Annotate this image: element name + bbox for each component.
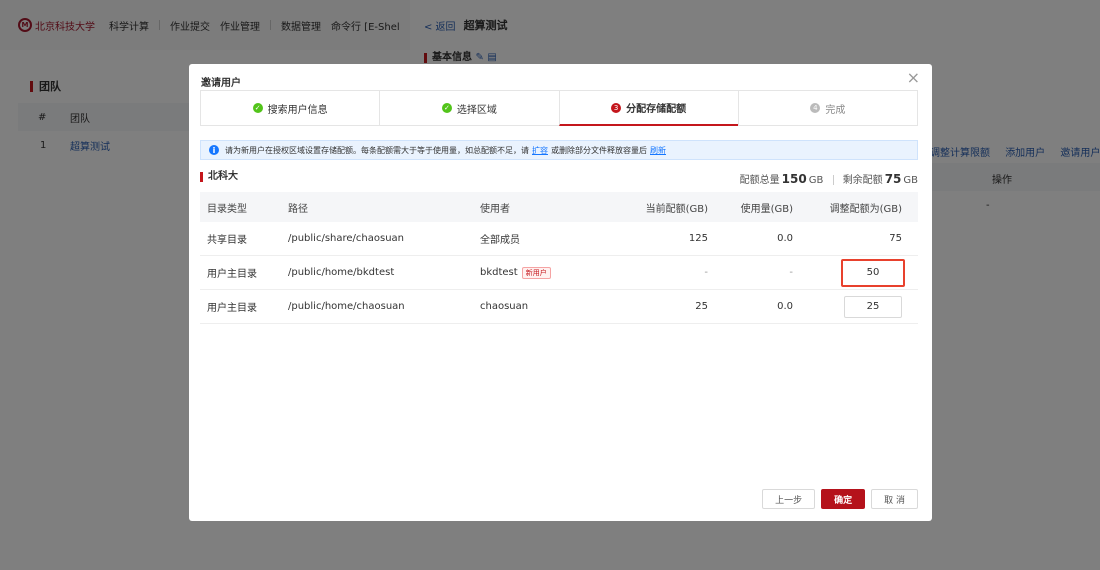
quota-remaining-value: 75 xyxy=(884,172,902,186)
table-row: 用户主目录 /public/home/chaosuan chaosuan 25 … xyxy=(200,290,918,324)
col-dir-type: 目录类型 xyxy=(207,203,247,215)
cell-path: /public/home/bkdtest xyxy=(288,267,395,278)
cell-usage: 0.0 xyxy=(777,301,793,312)
cell-adjust-quota: 75 xyxy=(889,233,902,244)
check-icon: ✓ xyxy=(441,103,452,113)
cell-user: 全部成员 xyxy=(480,235,520,246)
modal-title: 邀请用户 xyxy=(201,78,241,89)
cell-path: /public/share/chaosuan xyxy=(288,233,405,244)
step-label: 完成 xyxy=(825,104,846,116)
cell-user: bkdtest xyxy=(480,266,518,278)
info-alert: i 请为新用户在授权区域设置存储配额。每条配额需大于等于使用量，如总配额不足，请… xyxy=(200,140,918,160)
table-row: 共享目录 /public/share/chaosuan 全部成员 125 0.0… xyxy=(200,222,918,256)
quota-summary: 配额总量 150 GB 剩余配额 75 GB xyxy=(740,171,918,186)
modal-footer: 上一步 确定 取 消 xyxy=(762,489,918,509)
cancel-button[interactable]: 取 消 xyxy=(871,489,918,509)
quota-remaining-label: 剩余配额 xyxy=(842,175,883,186)
step-label: 分配存储配额 xyxy=(626,104,687,115)
col-current-quota: 当前配额(GB) xyxy=(645,203,708,215)
cell-path: /public/home/chaosuan xyxy=(288,301,405,312)
refresh-link[interactable]: 刷新 xyxy=(650,145,666,156)
prev-step-button[interactable]: 上一步 xyxy=(762,489,816,509)
step-select-region: ✓ 选择区域 xyxy=(379,90,559,126)
quota-input[interactable]: 25 xyxy=(844,295,902,318)
cell-dir-type: 用户主目录 xyxy=(207,303,257,314)
quota-input-highlighted[interactable]: 50 xyxy=(841,258,905,287)
cell-current-quota: 125 xyxy=(688,233,708,244)
col-user: 使用者 xyxy=(480,203,510,215)
cell-dir-type: 共享目录 xyxy=(207,235,247,246)
cell-usage: - xyxy=(789,267,793,278)
quota-table: 目录类型 路径 使用者 当前配额(GB) 使用量(GB) 调整配额为(GB) 共… xyxy=(200,192,918,324)
step-number-icon: 4 xyxy=(810,103,821,113)
step-number-icon: 3 xyxy=(611,102,622,113)
quota-remaining-unit: GB xyxy=(903,175,918,186)
quota-total-unit: GB xyxy=(808,175,824,186)
alert-text-mid: 或删除部分文件释放容量后 xyxy=(551,145,647,155)
col-usage: 使用量(GB) xyxy=(740,203,793,215)
step-label: 搜索用户信息 xyxy=(267,104,328,116)
quota-divider xyxy=(832,175,834,185)
col-path: 路径 xyxy=(288,203,308,215)
close-icon[interactable]: × xyxy=(907,68,920,87)
new-user-badge: 新用户 xyxy=(521,266,551,279)
region-title: 北科大 xyxy=(200,172,238,182)
cell-user-wrap: bkdtest 新用户 xyxy=(480,266,551,279)
check-icon: ✓ xyxy=(252,103,263,113)
invite-user-modal: 邀请用户 × ✓ 搜索用户信息 ✓ 选择区域 3 分配存储配额 4 完成 i 请… xyxy=(189,64,932,521)
col-adjust-quota: 调整配额为(GB) xyxy=(829,203,902,215)
quota-total-label: 配额总量 xyxy=(739,175,780,186)
cell-dir-type: 用户主目录 xyxy=(207,269,257,280)
cell-current-quota: 25 xyxy=(695,301,708,312)
cell-current-quota: - xyxy=(704,267,708,278)
cell-user: chaosuan xyxy=(480,301,529,312)
alert-text: 请为新用户在授权区域设置存储配额。每条配额需大于等于使用量，如总配额不足，请 xyxy=(225,145,529,155)
table-header: 目录类型 路径 使用者 当前配额(GB) 使用量(GB) 调整配额为(GB) xyxy=(200,192,918,222)
table-row: 用户主目录 /public/home/bkdtest bkdtest 新用户 - … xyxy=(200,256,918,290)
expand-link[interactable]: 扩容 xyxy=(532,145,548,156)
step-label: 选择区域 xyxy=(456,104,497,116)
cell-usage: 0.0 xyxy=(777,233,793,244)
step-complete: 4 完成 xyxy=(737,90,918,126)
quota-total-value: 150 xyxy=(781,172,807,186)
step-search-user: ✓ 搜索用户信息 xyxy=(200,90,380,126)
step-allocate-quota: 3 分配存储配额 xyxy=(558,90,738,126)
info-icon: i xyxy=(209,145,219,155)
confirm-button[interactable]: 确定 xyxy=(821,489,866,509)
stepper: ✓ 搜索用户信息 ✓ 选择区域 3 分配存储配额 4 完成 xyxy=(200,90,918,126)
